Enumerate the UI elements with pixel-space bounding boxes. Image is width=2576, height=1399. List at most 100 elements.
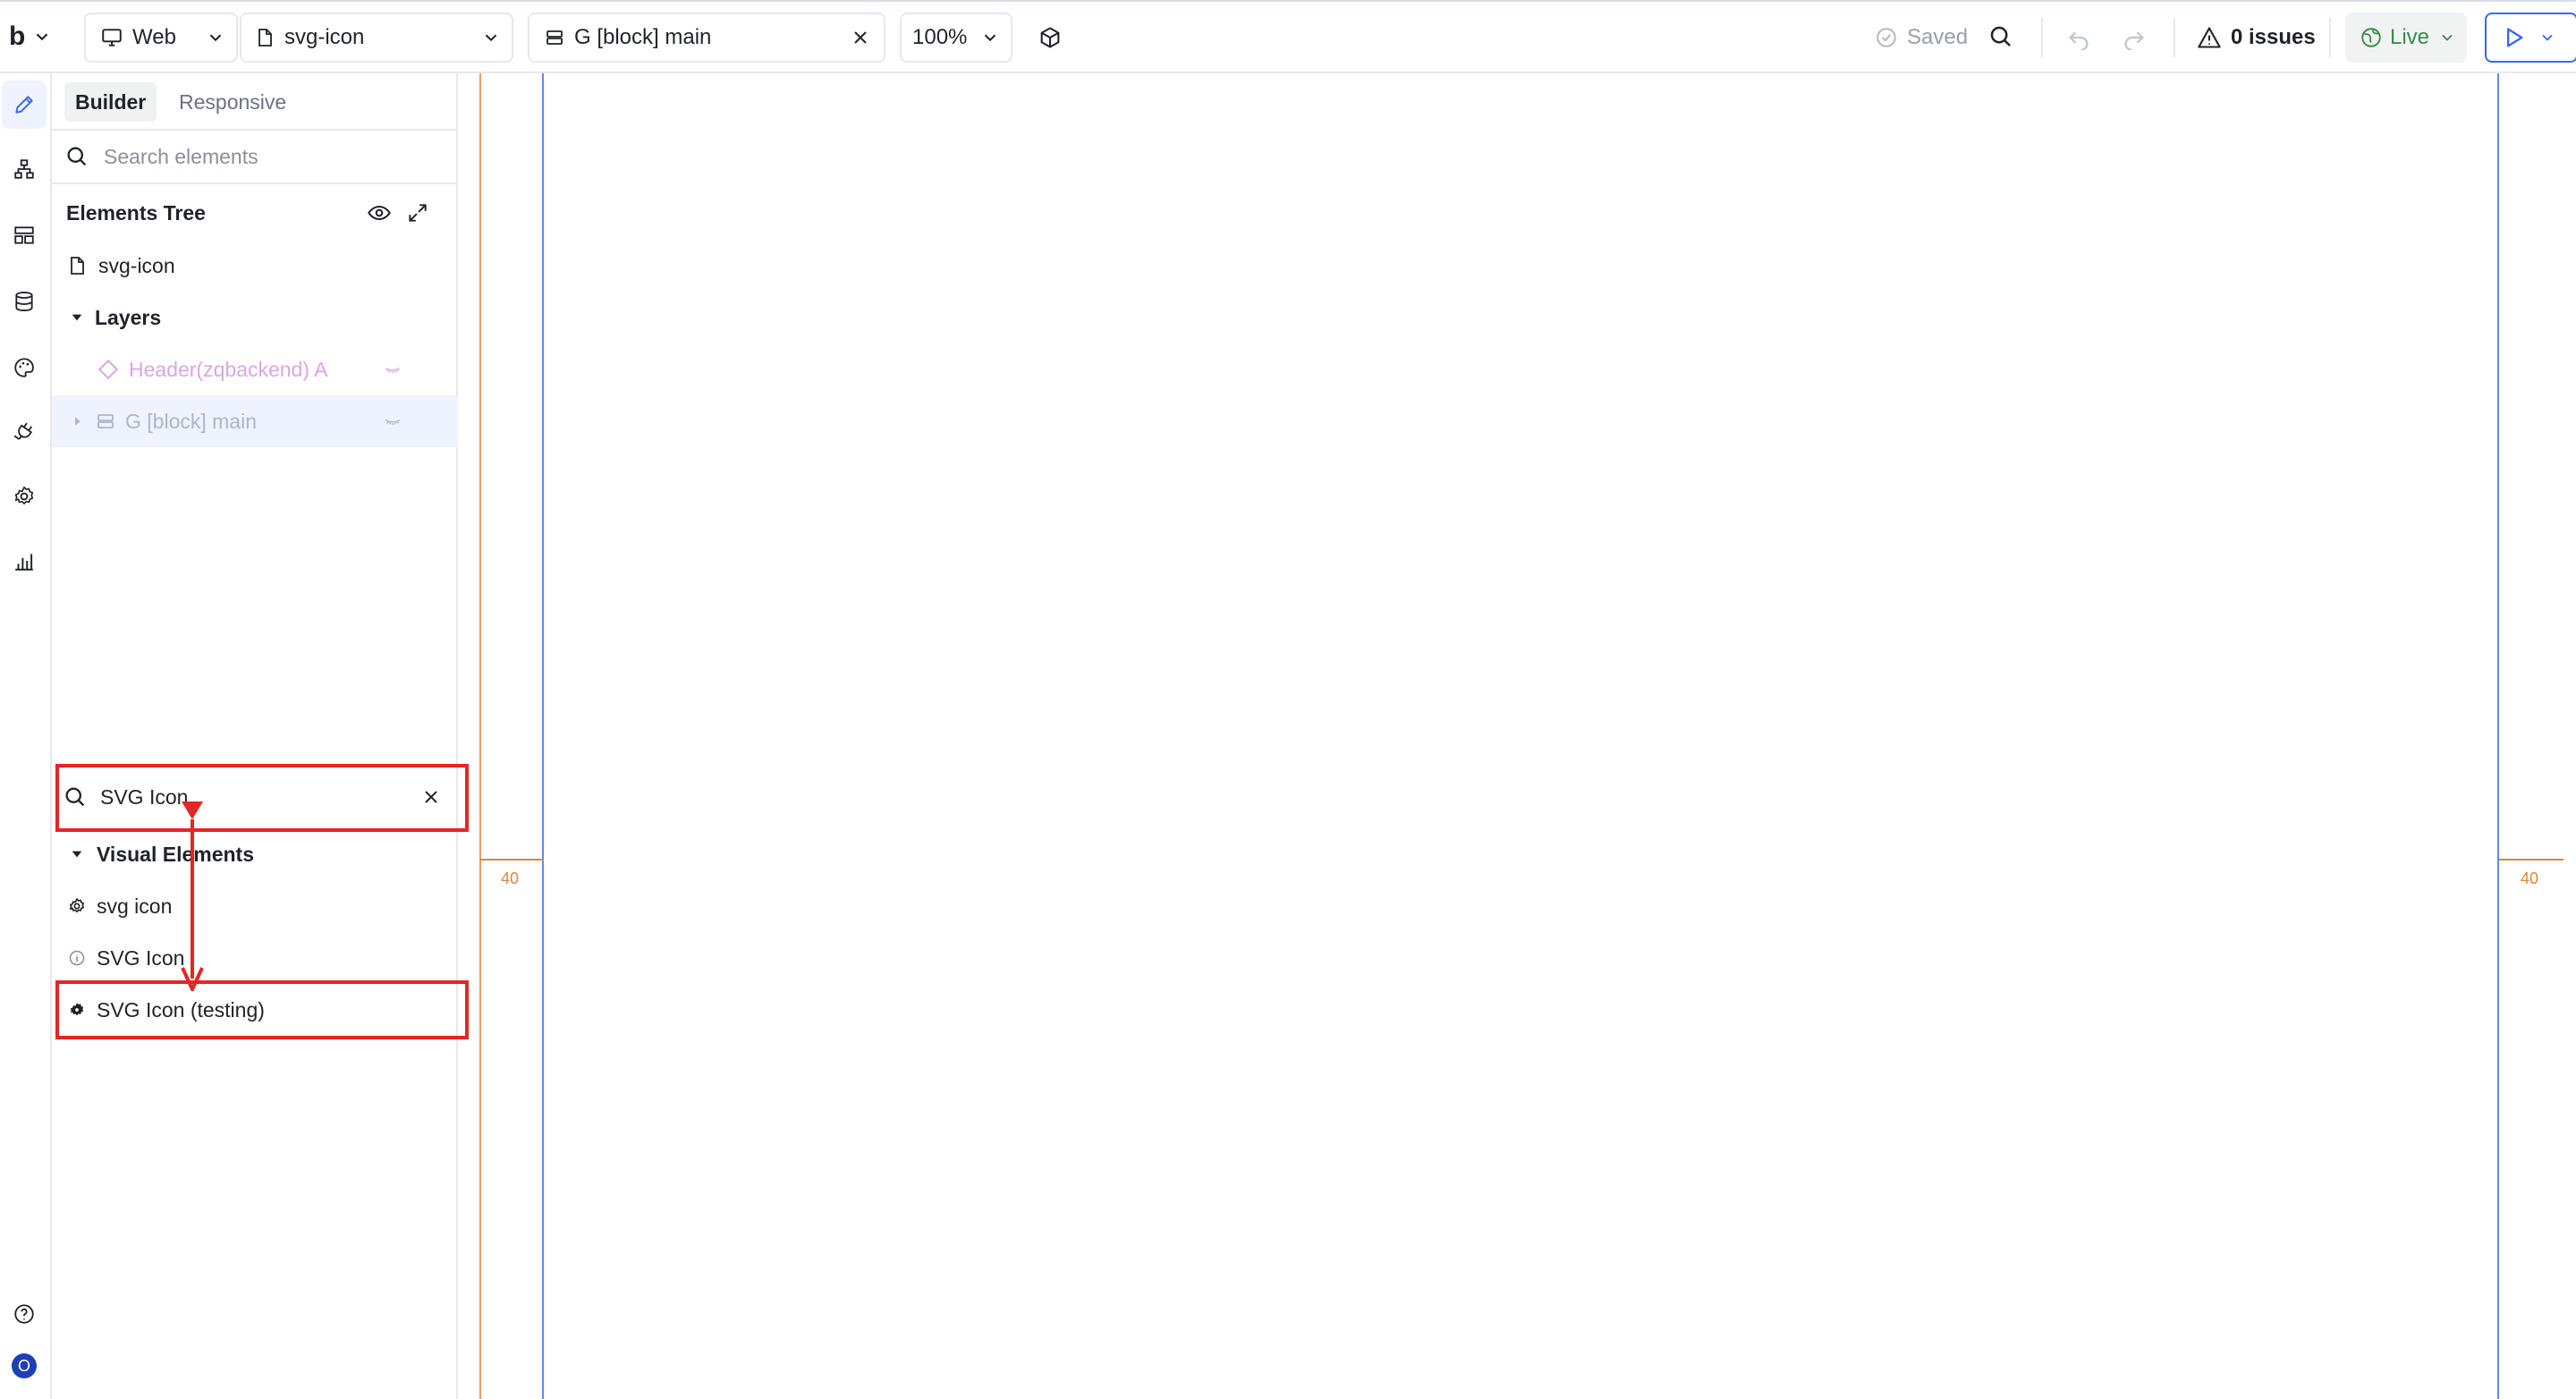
left-padding-marker-line bbox=[479, 859, 544, 861]
result-highlight-box bbox=[55, 980, 469, 1039]
elements-tree-header: Elements Tree bbox=[52, 186, 458, 240]
eye-closed-icon[interactable] bbox=[381, 360, 404, 378]
page-tree-label: svg-icon bbox=[98, 253, 175, 277]
selected-block-chip[interactable]: G [block] main bbox=[528, 13, 886, 63]
component-result-item[interactable]: svg icon bbox=[52, 880, 458, 932]
chevron-down-icon bbox=[209, 34, 222, 42]
avatar: O bbox=[12, 1353, 37, 1378]
chevron-down-icon bbox=[984, 34, 996, 42]
saved-status: Saved bbox=[1875, 25, 1968, 50]
palette-icon bbox=[14, 358, 34, 377]
zoom-label: 100% bbox=[912, 25, 968, 49]
undo-button[interactable] bbox=[2066, 25, 2091, 50]
panel-tabs: Builder Responsive bbox=[52, 73, 458, 131]
user-avatar-button[interactable]: O bbox=[2, 1342, 47, 1390]
bar-chart-icon bbox=[15, 554, 33, 571]
plugins-rail-button[interactable] bbox=[2, 408, 47, 456]
page-label: svg-icon bbox=[284, 25, 365, 49]
cube-icon bbox=[1040, 27, 1060, 48]
gear-icon bbox=[14, 486, 34, 504]
left-content-guide bbox=[542, 73, 544, 1399]
elements-tree-title: Elements Tree bbox=[66, 200, 206, 225]
help-rail-button[interactable] bbox=[2, 1290, 47, 1338]
issues-label: 0 issues bbox=[2231, 25, 2316, 49]
tab-responsive[interactable]: Responsive bbox=[168, 82, 297, 122]
issues-button[interactable]: 0 issues bbox=[2197, 25, 2316, 50]
design-canvas[interactable]: 40 40 bbox=[458, 73, 2576, 1399]
component-result-item[interactable]: SVG Icon bbox=[52, 932, 458, 984]
chevron-down-icon bbox=[485, 34, 497, 42]
layout-icon bbox=[14, 226, 34, 244]
app-logo[interactable]: b bbox=[9, 21, 52, 52]
top-toolbar: b Web svg-icon G [block] main 100% Saved bbox=[0, 0, 2576, 73]
chevron-down-icon bbox=[37, 33, 48, 41]
selected-block-label: G [block] main bbox=[574, 25, 712, 49]
search-highlight-box bbox=[55, 764, 469, 832]
settings-rail-button[interactable] bbox=[2, 472, 47, 521]
undo-icon bbox=[2069, 31, 2089, 50]
caret-right-icon[interactable] bbox=[72, 415, 84, 428]
zoom-select[interactable]: 100% bbox=[900, 13, 1013, 63]
right-content-guide bbox=[2497, 73, 2499, 1399]
data-rail-button[interactable] bbox=[2, 277, 47, 326]
play-icon bbox=[2507, 28, 2523, 47]
tab-builder[interactable]: Builder bbox=[64, 82, 157, 122]
globe-icon bbox=[2361, 28, 2381, 47]
layer-label: Header(zqbackend) A bbox=[129, 357, 328, 381]
toolbar-divider bbox=[2041, 18, 2043, 57]
eye-closed-icon[interactable] bbox=[381, 412, 404, 430]
expand-icon[interactable] bbox=[406, 201, 429, 225]
left-rail: O bbox=[0, 73, 52, 1399]
caret-down-icon bbox=[72, 851, 82, 858]
component-result-label: SVG Icon bbox=[97, 945, 185, 970]
left-padding-guide bbox=[479, 73, 481, 1399]
right-padding-value: 40 bbox=[2521, 869, 2539, 887]
close-icon[interactable] bbox=[850, 27, 871, 48]
left-padding-value: 40 bbox=[501, 869, 520, 887]
hierarchy-icon bbox=[14, 159, 34, 179]
layer-label: G [block] main bbox=[125, 409, 257, 433]
layer-item[interactable]: Header(zqbackend) A bbox=[52, 343, 458, 395]
chevron-down-icon bbox=[2442, 34, 2453, 41]
gear-icon bbox=[70, 898, 84, 913]
redo-button[interactable] bbox=[2122, 25, 2147, 50]
analytics-rail-button[interactable] bbox=[2, 537, 47, 585]
elements-search-input[interactable] bbox=[104, 144, 408, 169]
file-icon bbox=[71, 257, 84, 275]
toolbar-divider bbox=[2174, 18, 2175, 57]
preview-button[interactable] bbox=[2485, 13, 2576, 63]
visual-elements-group[interactable]: Visual Elements bbox=[52, 828, 458, 880]
blocks-rail-button[interactable] bbox=[2, 211, 47, 259]
live-env-select[interactable]: Live bbox=[2345, 13, 2467, 63]
database-icon bbox=[15, 292, 33, 311]
check-circle-icon bbox=[1877, 28, 1896, 47]
live-label: Live bbox=[2390, 25, 2430, 49]
eye-icon[interactable] bbox=[367, 200, 392, 225]
structure-rail-button[interactable] bbox=[2, 145, 47, 193]
annotation-arrow bbox=[181, 801, 204, 991]
file-icon bbox=[258, 29, 272, 47]
block-icon bbox=[547, 30, 563, 45]
component-icon bbox=[97, 359, 119, 380]
visual-elements-label: Visual Elements bbox=[97, 842, 254, 866]
help-icon bbox=[14, 1304, 34, 1324]
page-tree-item[interactable]: svg-icon bbox=[52, 240, 458, 292]
elements-search bbox=[52, 131, 458, 184]
monitor-icon bbox=[102, 29, 122, 47]
search-icon bbox=[1990, 26, 2011, 47]
global-search-button[interactable] bbox=[1987, 23, 2014, 50]
pencil-icon bbox=[15, 96, 33, 114]
info-icon bbox=[69, 950, 85, 966]
3d-view-button[interactable] bbox=[1038, 25, 1063, 50]
theme-rail-button[interactable] bbox=[2, 343, 47, 392]
platform-select[interactable]: Web bbox=[84, 13, 238, 63]
layer-item[interactable]: G [block] main bbox=[52, 395, 458, 447]
builder-panel: Builder Responsive Elements Tree svg-ico… bbox=[52, 73, 458, 1399]
warning-icon bbox=[2198, 27, 2221, 48]
caret-down-icon bbox=[72, 314, 82, 321]
platform-label: Web bbox=[132, 25, 176, 49]
builder-rail-button[interactable] bbox=[2, 81, 47, 129]
page-select[interactable]: svg-icon bbox=[240, 13, 513, 63]
layers-group[interactable]: Layers bbox=[52, 292, 458, 343]
toolbar-divider bbox=[2329, 18, 2331, 57]
